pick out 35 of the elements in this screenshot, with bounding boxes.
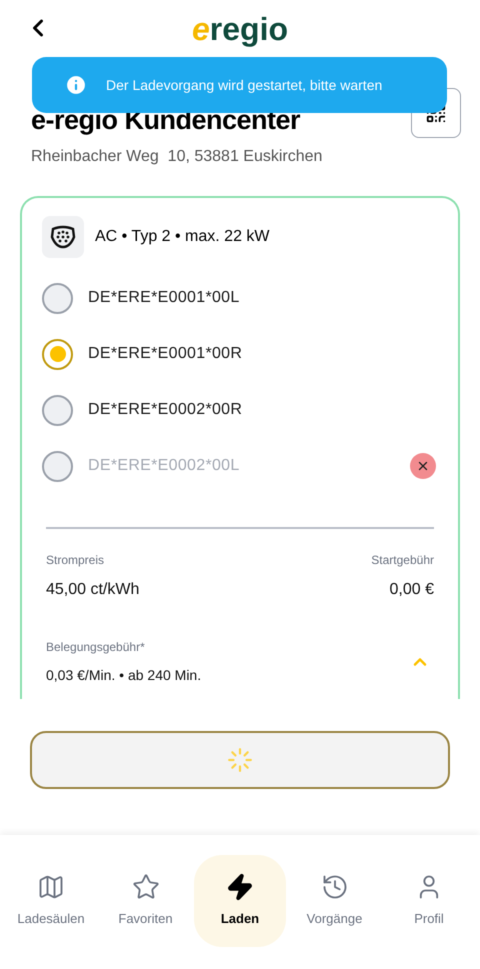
- evse-option[interactable]: DE*ERE*E0001*00R: [42, 326, 438, 382]
- connector-label: AC • Typ 2 • max. 22 kW: [95, 227, 270, 247]
- qr-code-button[interactable]: [411, 88, 461, 138]
- evse-id: DE*ERE*E0002*00R: [88, 400, 244, 420]
- evse-id: DE*ERE*E0001*00L: [88, 288, 241, 308]
- lightning-bolt-icon: [226, 873, 254, 902]
- station-title: e-regio Kundencenter: [31, 107, 300, 134]
- radio-button[interactable]: [42, 282, 73, 314]
- radio-button[interactable]: [42, 338, 73, 370]
- station-address: Rheinbacher Weg 10, 53881 Euskirchen: [30, 147, 324, 167]
- plug-icon: [42, 216, 84, 258]
- nav-tab[interactable]: Laden: [194, 855, 286, 947]
- start-charging-button[interactable]: [30, 731, 450, 789]
- nav-tab[interactable]: Ladesäulen: [5, 855, 97, 947]
- loading-spinner-icon: [227, 747, 253, 773]
- history-icon: [320, 873, 348, 902]
- blocking-fee-label: Belegungsgebühr*: [46, 639, 146, 656]
- radio-button[interactable]: [42, 394, 73, 426]
- nav-tab[interactable]: Profil: [383, 855, 475, 947]
- nav-tab[interactable]: Favoriten: [100, 855, 192, 947]
- evse-id: DE*ERE*E0002*00L: [88, 456, 241, 476]
- info-icon: [64, 73, 88, 97]
- evse-option[interactable]: DE*ERE*E0002*00R: [42, 382, 438, 438]
- blocking-fee-value: 0,03 €/Min. • ab 240 Min.: [46, 666, 202, 685]
- evse-option[interactable]: DE*ERE*E0001*00L: [42, 270, 438, 326]
- start-fee-value: 0,00 €: [390, 580, 434, 600]
- nav-tab[interactable]: Vorgänge: [288, 855, 380, 947]
- star-icon: [132, 873, 160, 902]
- evse-id: DE*ERE*E0001*00R: [88, 344, 244, 364]
- logo: eregio: [192, 12, 288, 44]
- unavailable-icon: [410, 453, 436, 479]
- price-label: Strompreis: [46, 552, 106, 569]
- toast-message: Der Ladevorgang wird gestartet, bitte warten: [106, 76, 382, 95]
- price-value: 45,00 ct/kWh: [46, 580, 140, 600]
- start-fee-label: Startgebühr: [371, 552, 434, 569]
